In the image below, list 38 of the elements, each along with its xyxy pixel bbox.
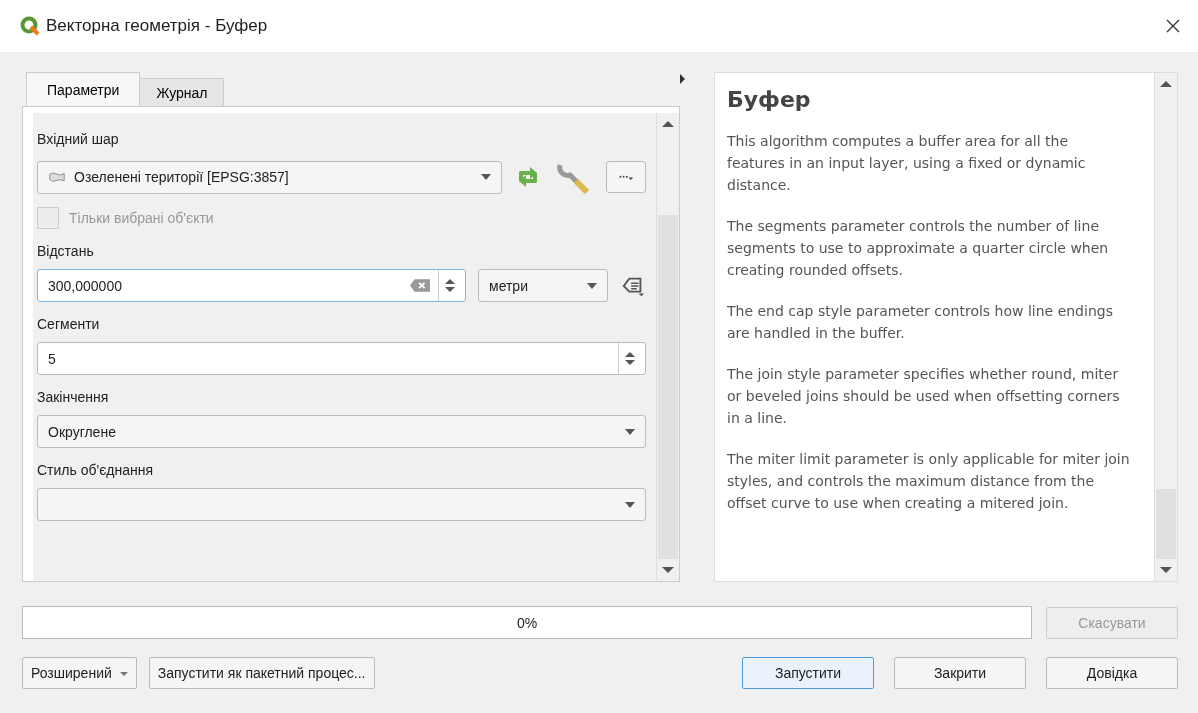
parameter-label: Стиль об'єднання (37, 462, 155, 478)
scrollbar-thumb[interactable] (658, 215, 678, 559)
dialog-button[interactable]: Розширений (22, 657, 137, 689)
help-paragraph: The segments parameter controls the number of line segments to use to approximate a quarter circle when creating rounded offsets. (727, 217, 1110, 280)
parameter-label: Закінчення (37, 389, 110, 405)
dialog-button[interactable]: Запустити (742, 657, 874, 689)
checkbox-label: Тільки вибрані об'єкти (69, 210, 214, 226)
dialog-button[interactable]: Закрити (894, 657, 1026, 689)
dialog-button[interactable]: Довідка (1046, 657, 1178, 689)
layer-dropdown[interactable]: Озеленені території [EPSG:3857] (37, 160, 502, 194)
close-icon[interactable] (1166, 19, 1180, 33)
tab[interactable]: Параметри (26, 72, 141, 106)
scroll-down-icon[interactable] (662, 567, 674, 573)
more-options-button[interactable] (606, 161, 646, 193)
help-title: Буфер (727, 87, 812, 112)
progress-text: 0% (516, 614, 538, 631)
distance-field[interactable]: 300,000000 (37, 269, 466, 302)
dialog-button[interactable]: Запустити як пакетний процес... (148, 657, 375, 689)
dropdown[interactable]: Округлене (37, 415, 646, 448)
clear-icon[interactable] (410, 279, 430, 292)
window-title: Векторна геометрія - Буфер (46, 16, 268, 36)
app-logo-icon (20, 16, 40, 36)
scroll-down-icon[interactable] (1160, 567, 1172, 573)
polygon-layer-icon (48, 171, 66, 183)
unit-dropdown[interactable]: метри (478, 269, 608, 302)
parameter-label: Вхідний шар (37, 131, 120, 147)
scroll-up-icon[interactable] (662, 121, 674, 127)
help-paragraph: The end cap style parameter controls how line endings are handled in the buffer. (727, 302, 1114, 343)
dropdown[interactable] (37, 488, 646, 521)
help-paragraph: The miter limit parameter is only applicable for miter join styles, and controls the maximum distance from the offset curve to use when creating a mitered join. (727, 450, 1131, 513)
tab[interactable]: Журнал (139, 78, 225, 106)
scroll-up-icon[interactable] (1160, 81, 1172, 87)
help-paragraph: The join style parameter specifies whether round, miter or beveled joins should be used when offsetting corners in a line. (727, 365, 1121, 428)
ellipsis-caret-icon (618, 174, 634, 181)
help-paragraph: This algorithm computes a buffer area for all the features in an input layer, using a fixed or dynamic distance. (727, 132, 1087, 195)
parameter-label: Відстань (37, 243, 95, 259)
segments-field[interactable]: 5 (37, 342, 646, 375)
parameter-label: Сегменти (37, 316, 101, 332)
